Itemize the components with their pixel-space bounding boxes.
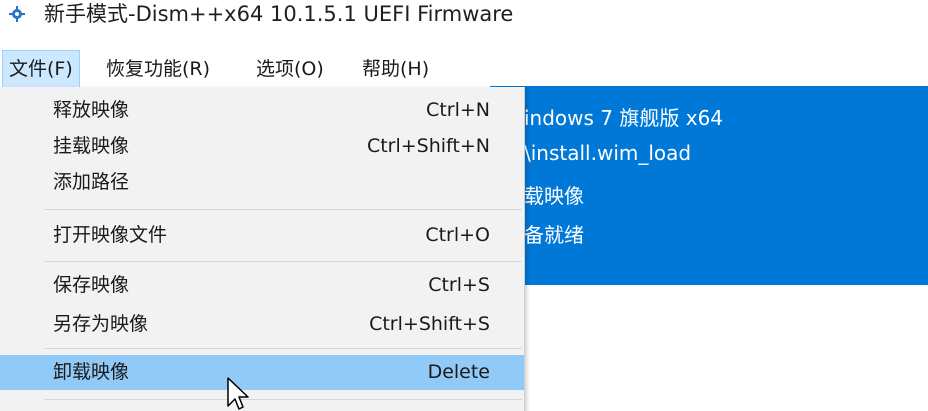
- menu-help[interactable]: 帮助(H): [356, 50, 435, 88]
- menu-item-label: 保存映像: [53, 274, 130, 296]
- menu-item-label: 卸载映像: [53, 361, 130, 383]
- file-menu-dropdown: 释放映像 Ctrl+N 挂载映像 Ctrl+Shift+N 添加路径 打开映像文…: [0, 87, 525, 411]
- menu-item-shortcut: Ctrl+N: [426, 99, 490, 121]
- menu-separator: [44, 399, 522, 400]
- mouse-pointer-icon: [226, 376, 250, 411]
- menu-separator: [44, 261, 522, 262]
- menu-separator: [44, 348, 522, 349]
- title-bar: 新手模式-Dism++x64 10.1.5.1 UEFI Firmware: [0, 0, 928, 26]
- menu-item-mount-image[interactable]: 挂载映像 Ctrl+Shift+N: [0, 129, 524, 164]
- menu-item-unmount-image[interactable]: 卸载映像 Delete: [0, 355, 524, 390]
- info-os-name: indows 7 旗舰版 x64: [524, 106, 724, 130]
- menu-item-open-image-file[interactable]: 打开映像文件 Ctrl+O: [0, 218, 524, 253]
- menu-item-label: 挂载映像: [53, 135, 130, 157]
- menu-recovery[interactable]: 恢复功能(R): [100, 50, 216, 88]
- menu-item-shortcut: Delete: [427, 361, 490, 383]
- menu-item-shortcut: Ctrl+O: [425, 224, 490, 246]
- menu-bar: 文件(F) 恢复功能(R) 选项(O) 帮助(H): [0, 50, 928, 88]
- menu-item-save-image-as[interactable]: 另存为映像 Ctrl+Shift+S: [0, 307, 524, 342]
- menu-item-add-path[interactable]: 添加路径: [0, 165, 524, 200]
- info-image-path: \install.wim_load: [524, 141, 692, 165]
- menu-options[interactable]: 选项(O): [250, 50, 330, 88]
- gear-icon: [9, 6, 25, 22]
- menu-item-save-image[interactable]: 保存映像 Ctrl+S: [0, 268, 524, 303]
- menu-item-label: 另存为映像: [53, 313, 149, 335]
- menu-item-shortcut: Ctrl+Shift+S: [369, 313, 490, 335]
- menu-item-label: 释放映像: [53, 99, 130, 121]
- menu-item-label: 添加路径: [53, 171, 130, 193]
- info-mount-status: 载映像: [524, 184, 584, 208]
- window-title: 新手模式-Dism++x64 10.1.5.1 UEFI Firmware: [44, 2, 514, 26]
- info-ready-status: 备就绪: [524, 223, 584, 247]
- menu-item-shortcut: Ctrl+S: [428, 274, 490, 296]
- menu-item-shortcut: Ctrl+Shift+N: [366, 135, 490, 157]
- app-window: 新手模式-Dism++x64 10.1.5.1 UEFI Firmware 文件…: [0, 0, 928, 411]
- menu-file[interactable]: 文件(F): [2, 50, 80, 88]
- menu-item-release-image[interactable]: 释放映像 Ctrl+N: [0, 93, 524, 128]
- menu-item-label: 打开映像文件: [53, 224, 168, 246]
- menu-separator: [44, 209, 522, 210]
